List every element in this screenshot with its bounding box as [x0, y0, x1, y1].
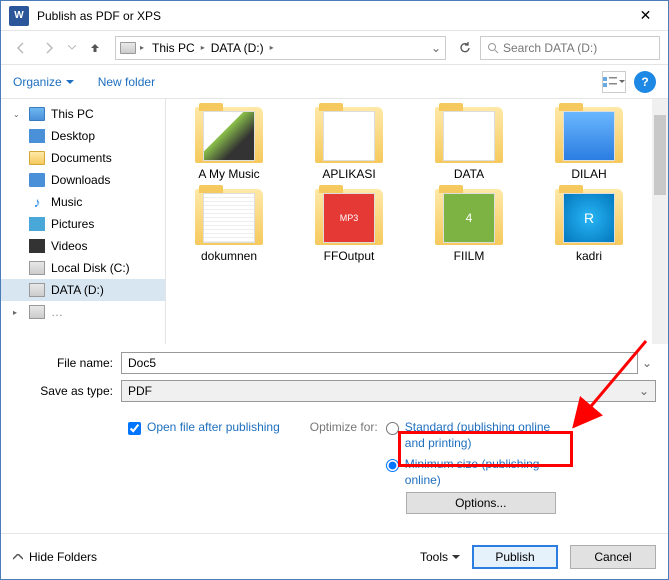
drive-icon — [120, 42, 136, 54]
expand-icon[interactable]: ▸ — [13, 308, 23, 317]
nav-forward-button[interactable] — [37, 36, 61, 60]
folder-item[interactable]: DATA — [414, 107, 524, 181]
optimize-minimum-radio[interactable]: Minimum size (publishing online) — [386, 457, 556, 488]
tree-item-videos[interactable]: Videos — [1, 235, 165, 257]
nav-back-button[interactable] — [9, 36, 33, 60]
publish-button[interactable]: Publish — [472, 545, 558, 569]
videos-icon — [29, 239, 45, 253]
savetype-label: Save as type: — [13, 384, 121, 398]
chevron-up-icon — [13, 554, 23, 560]
options-button[interactable]: Options... — [406, 492, 556, 514]
breadcrumb-segment[interactable]: DATA (D:) — [207, 39, 268, 57]
folder-item[interactable]: dokumnen — [174, 189, 284, 263]
folder-item[interactable]: Rkadri — [534, 189, 644, 263]
folder-item[interactable]: MP3FFOutput — [294, 189, 404, 263]
search-input[interactable]: Search DATA (D:) — [480, 36, 660, 60]
tree-item-more[interactable]: ▸… — [1, 301, 165, 323]
save-form: File name: ⌄ Save as type: PDF ⌄ Open fi… — [1, 344, 668, 522]
chevron-right-icon: ▸ — [201, 43, 205, 52]
pc-icon — [29, 107, 45, 121]
filename-input[interactable] — [121, 352, 638, 374]
tree-label: This PC — [51, 107, 94, 121]
drive-icon — [29, 305, 45, 319]
tree-item-this-pc[interactable]: ⌄ This PC — [1, 103, 165, 125]
breadcrumb-segment[interactable]: This PC — [148, 39, 199, 57]
folder-icon — [29, 151, 45, 165]
downloads-icon — [29, 173, 45, 187]
folder-item[interactable]: APLIKASI — [294, 107, 404, 181]
cancel-button[interactable]: Cancel — [570, 545, 656, 569]
view-mode-button[interactable] — [602, 71, 626, 93]
chevron-right-icon: ▸ — [140, 43, 144, 52]
tree-item-pictures[interactable]: Pictures — [1, 213, 165, 235]
filename-dropdown-icon[interactable]: ⌄ — [638, 356, 656, 370]
tree-item-downloads[interactable]: Downloads — [1, 169, 165, 191]
desktop-icon — [29, 129, 45, 143]
breadcrumb: This PC ▸ DATA (D:) ▸ — [148, 39, 427, 57]
word-app-icon: W — [9, 6, 29, 26]
search-placeholder: Search DATA (D:) — [503, 41, 597, 55]
open-after-checkbox[interactable]: Open file after publishing — [128, 420, 280, 514]
folder-item[interactable]: 4FIILM — [414, 189, 524, 263]
tree-item-documents[interactable]: Documents — [1, 147, 165, 169]
tools-dropdown[interactable]: Tools — [420, 550, 460, 564]
tree-item-desktop[interactable]: Desktop — [1, 125, 165, 147]
optimize-label: Optimize for: — [310, 420, 378, 434]
chevron-down-icon — [452, 555, 460, 559]
pictures-icon — [29, 217, 45, 231]
toolbar: Organize New folder ? — [1, 65, 668, 99]
main-area: ⌄ This PC Desktop Documents Downloads ♪M… — [1, 99, 668, 344]
music-icon: ♪ — [29, 195, 45, 209]
refresh-button[interactable] — [454, 37, 476, 59]
organize-button[interactable]: Organize — [13, 75, 74, 89]
folder-content[interactable]: A My Music APLIKASI DATA DILAH dokumnen … — [166, 99, 668, 344]
window-title: Publish as PDF or XPS — [37, 9, 623, 23]
tree-item-local-disk-c[interactable]: Local Disk (C:) — [1, 257, 165, 279]
folder-item[interactable]: DILAH — [534, 107, 644, 181]
tree-item-data-d[interactable]: DATA (D:) — [1, 279, 165, 301]
search-icon — [487, 42, 499, 54]
drive-icon — [29, 283, 45, 297]
help-button[interactable]: ? — [634, 71, 656, 93]
hide-folders-button[interactable]: Hide Folders — [13, 550, 97, 564]
new-folder-button[interactable]: New folder — [98, 75, 155, 89]
dialog-footer: Hide Folders Tools Publish Cancel — [1, 533, 668, 579]
vertical-scrollbar[interactable] — [652, 99, 668, 344]
nav-recent-dropdown[interactable] — [65, 36, 79, 60]
collapse-icon[interactable]: ⌄ — [13, 110, 23, 119]
close-button[interactable]: ✕ — [623, 1, 668, 31]
navigation-tree: ⌄ This PC Desktop Documents Downloads ♪M… — [1, 99, 166, 344]
nav-up-button[interactable] — [83, 36, 107, 60]
savetype-select[interactable]: PDF ⌄ — [121, 380, 656, 402]
optimize-standard-radio[interactable]: Standard (publishing online and printing… — [386, 420, 556, 451]
address-bar[interactable]: ▸ This PC ▸ DATA (D:) ▸ ⌄ — [115, 36, 446, 60]
chevron-right-icon: ▸ — [270, 43, 274, 52]
filename-label: File name: — [13, 356, 121, 370]
drive-icon — [29, 261, 45, 275]
titlebar: W Publish as PDF or XPS ✕ — [1, 1, 668, 31]
navigation-bar: ▸ This PC ▸ DATA (D:) ▸ ⌄ Search DATA (D… — [1, 31, 668, 65]
tree-item-music[interactable]: ♪Music — [1, 191, 165, 213]
chevron-down-icon: ⌄ — [639, 384, 649, 398]
folder-item[interactable]: A My Music — [174, 107, 284, 181]
address-dropdown-icon[interactable]: ⌄ — [431, 41, 441, 55]
